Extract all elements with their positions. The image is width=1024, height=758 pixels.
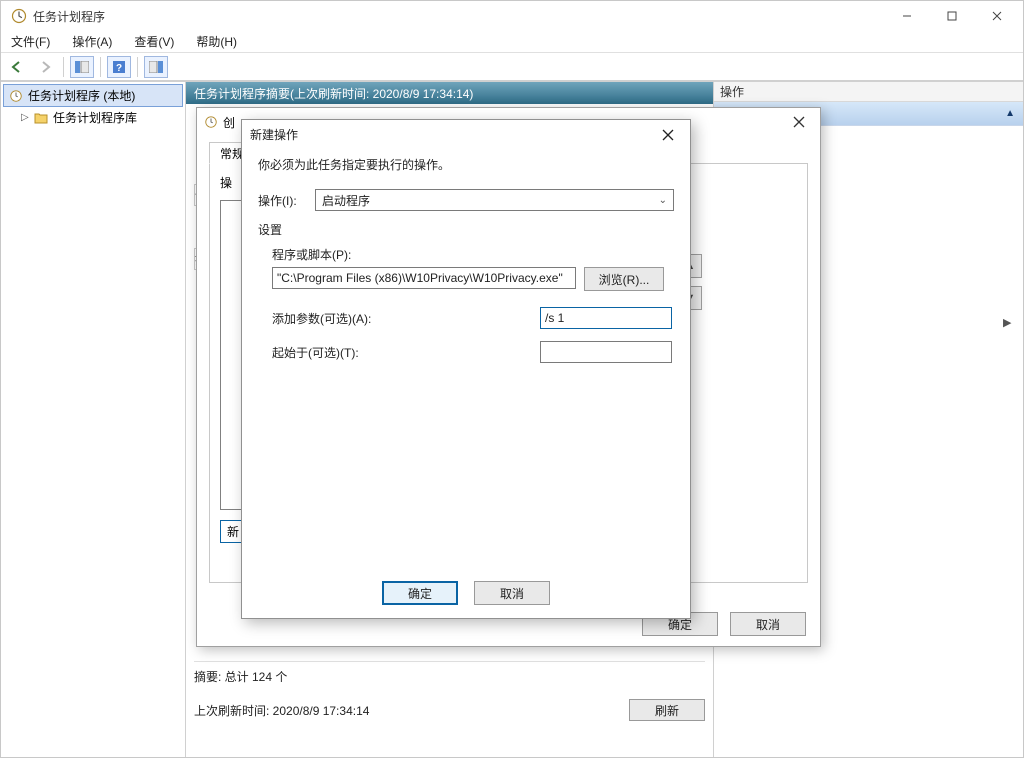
window-titlebar: 任务计划程序 <box>1 1 1023 31</box>
close-icon[interactable] <box>784 112 814 132</box>
nav-forward-button[interactable] <box>33 56 57 78</box>
instruction-text: 你必须为此任务指定要执行的操作。 <box>258 156 674 173</box>
program-input[interactable]: "C:\Program Files (x86)\W10Privacy\W10Pr… <box>272 267 576 289</box>
menu-help[interactable]: 帮助(H) <box>192 31 241 52</box>
partial-text: 操 <box>220 174 232 191</box>
minimize-button[interactable] <box>884 1 929 31</box>
folder-icon <box>33 110 49 126</box>
cancel-button[interactable]: 取消 <box>474 581 550 605</box>
tree-child-label: 任务计划程序库 <box>53 109 137 126</box>
action-selected-value: 启动程序 <box>322 192 370 209</box>
tree-root-label: 任务计划程序 (本地) <box>28 87 135 104</box>
close-button[interactable] <box>974 1 1019 31</box>
window-title: 任务计划程序 <box>33 8 884 25</box>
window-controls <box>884 1 1019 31</box>
start-in-label: 起始于(可选)(T): <box>272 344 528 361</box>
tree-child-node[interactable]: ▷ 任务计划程序库 <box>3 107 183 128</box>
last-refresh-text: 上次刷新时间: 2020/8/9 17:34:14 <box>194 702 369 719</box>
close-icon[interactable] <box>654 125 682 145</box>
center-header-text: 任务计划程序摘要(上次刷新时间: 2020/8/9 17:34:14) <box>194 85 473 102</box>
toolbar: ? <box>1 53 1023 81</box>
toolbar-show-hide-action-pane-button[interactable] <box>144 56 168 78</box>
menu-action[interactable]: 操作(A) <box>68 31 116 52</box>
toolbar-show-hide-console-tree-button[interactable] <box>70 56 94 78</box>
settings-group-label: 设置 <box>258 221 674 238</box>
arguments-label: 添加参数(可选)(A): <box>272 310 528 327</box>
browse-button[interactable]: 浏览(R)... <box>584 267 664 291</box>
chevron-right-icon: ▶ <box>1003 316 1013 329</box>
task-scheduler-icon <box>11 8 27 24</box>
collapse-icon[interactable]: ▲ <box>1005 108 1015 119</box>
task-scheduler-window: 任务计划程序 文件(F) 操作(A) 查看(V) 帮助(H) <box>0 0 1024 758</box>
menu-view[interactable]: 查看(V) <box>130 31 178 52</box>
summary-text: 摘要: 总计 124 个 <box>194 668 287 685</box>
svg-text:?: ? <box>116 63 122 74</box>
task-scheduler-icon <box>8 88 24 104</box>
start-in-input[interactable] <box>540 341 672 363</box>
maximize-button[interactable] <box>929 1 974 31</box>
chevron-down-icon: ⌄ <box>659 195 667 206</box>
program-label: 程序或脚本(P): <box>272 246 674 263</box>
actions-panel-title: 操作 <box>714 82 1023 102</box>
menu-file[interactable]: 文件(F) <box>7 31 54 52</box>
dialog-title: 创 <box>223 114 235 131</box>
nav-back-button[interactable] <box>5 56 29 78</box>
tree-root-node[interactable]: 任务计划程序 (本地) <box>3 84 183 107</box>
dialog-title: 新建操作 <box>250 126 298 143</box>
tree-panel: 任务计划程序 (本地) ▷ 任务计划程序库 <box>1 82 186 757</box>
toolbar-help-button[interactable]: ? <box>107 56 131 78</box>
task-scheduler-icon <box>203 114 219 130</box>
new-action-dialog: 新建操作 你必须为此任务指定要执行的操作。 操作(I): 启动程序 ⌄ 设置 程… <box>241 119 691 619</box>
tree-expand-icon[interactable]: ▷ <box>21 112 29 123</box>
cancel-button[interactable]: 取消 <box>730 612 806 636</box>
arguments-input[interactable]: /s 1 <box>540 307 672 329</box>
toolbar-separator <box>63 57 64 77</box>
toolbar-separator <box>100 57 101 77</box>
refresh-button[interactable]: 刷新 <box>629 699 705 721</box>
toolbar-separator <box>137 57 138 77</box>
menubar: 文件(F) 操作(A) 查看(V) 帮助(H) <box>1 31 1023 53</box>
action-label: 操作(I): <box>258 192 307 209</box>
ok-button[interactable]: 确定 <box>382 581 458 605</box>
action-select[interactable]: 启动程序 ⌄ <box>315 189 674 211</box>
center-header: 任务计划程序摘要(上次刷新时间: 2020/8/9 17:34:14) <box>186 82 713 104</box>
